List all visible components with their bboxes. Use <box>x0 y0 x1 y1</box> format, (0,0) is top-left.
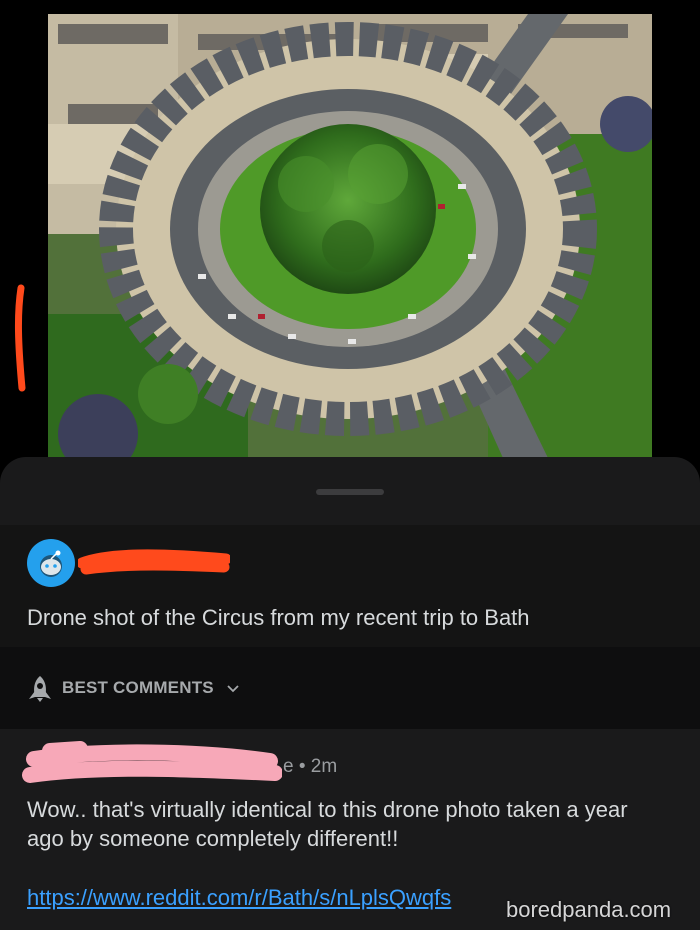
sheet-grab-handle[interactable] <box>316 489 384 495</box>
comment-link[interactable]: https://www.reddit.com/r/Bath/s/nLplsQwq… <box>27 885 451 911</box>
rocket-icon <box>29 676 51 702</box>
comment-time: e • 2m <box>283 756 338 777</box>
red-scribble-mark <box>14 284 26 392</box>
drone-photo <box>48 14 652 458</box>
chevron-down-icon <box>227 685 239 693</box>
comment-sort-bar[interactable]: BEST COMMENTS <box>0 647 700 729</box>
post-header: Drone shot of the Circus from my recent … <box>0 525 700 647</box>
comment-body: Wow.. that's virtually identical to this… <box>27 797 628 851</box>
avatar[interactable] <box>27 539 75 587</box>
sort-label: BEST COMMENTS <box>62 678 214 697</box>
watermark: boredpanda.com <box>506 897 672 922</box>
username-redaction <box>78 549 230 575</box>
post-image[interactable] <box>48 14 652 458</box>
post-title[interactable]: Drone shot of the Circus from my recent … <box>27 605 530 631</box>
post-sheet: Drone shot of the Circus from my recent … <box>0 457 700 930</box>
commenter-redaction <box>22 741 282 783</box>
post-media-area <box>0 0 700 470</box>
